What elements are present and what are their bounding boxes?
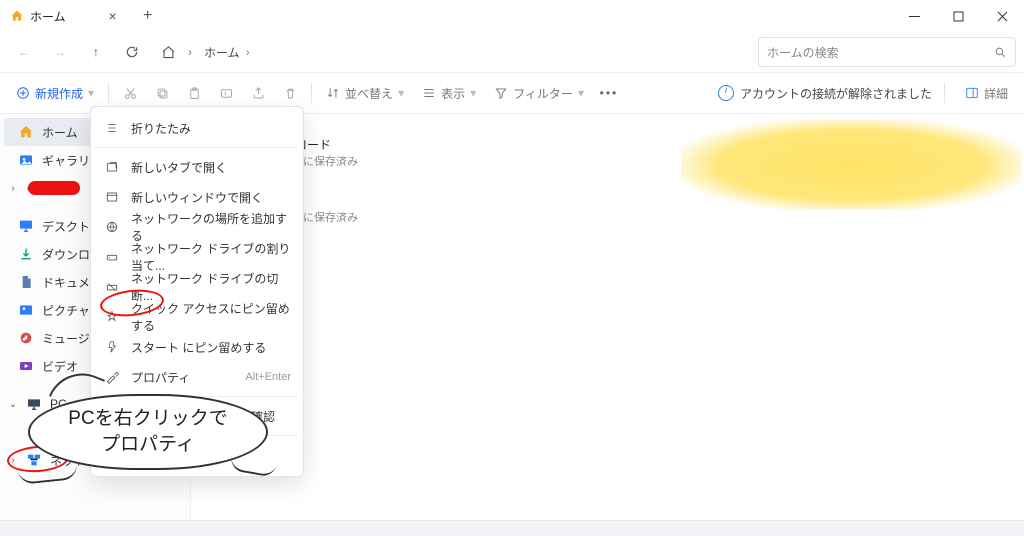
details-pane-button[interactable]: 詳細: [957, 78, 1016, 108]
window-controls: [892, 0, 1024, 32]
new-tab-button[interactable]: +: [134, 7, 162, 25]
desktop-icon: [18, 218, 34, 234]
breadcrumb-sep: ›: [188, 45, 192, 59]
titlebar: ホーム × +: [0, 0, 1024, 32]
content-area: ダウンロード ローカルに保存済み ⟂ ビデオ ローカルに保存済み ⟂ 示されます…: [191, 114, 1024, 520]
refresh-button[interactable]: [116, 36, 148, 68]
address-bar: ← → ↑ › ホーム › ホームの検索: [0, 32, 1024, 73]
home-icon: [18, 124, 34, 140]
maximize-button[interactable]: [936, 0, 980, 32]
sidebar-item-label: ビデオ: [42, 358, 78, 375]
minimize-button[interactable]: [892, 0, 936, 32]
ctx-pin-start[interactable]: スタート にピン留めする: [91, 332, 303, 362]
ctx-add-network-location[interactable]: ネットワークの場所を追加する: [91, 212, 303, 242]
paste-button[interactable]: [179, 78, 209, 108]
status-bar: [0, 520, 1024, 536]
ctx-open-new-window[interactable]: 新しいウィンドウで開く: [91, 182, 303, 212]
info-icon: [718, 85, 734, 101]
pin-start-icon: [103, 338, 121, 356]
ctx-pin-quick-access[interactable]: クイック アクセスにピン留めする: [91, 302, 303, 332]
pin-icon: [103, 308, 121, 326]
chevron-right-icon: ›: [8, 455, 18, 466]
breadcrumb-item[interactable]: ホーム ›: [196, 44, 258, 61]
documents-icon: [18, 274, 34, 290]
sort-button[interactable]: 並べ替え ▾: [318, 78, 412, 108]
tab-title: ホーム: [30, 8, 66, 25]
close-button[interactable]: [980, 0, 1024, 32]
new-window-icon: [103, 188, 121, 206]
sort-label: 並べ替え: [345, 85, 393, 102]
delete-button[interactable]: [275, 78, 305, 108]
view-button[interactable]: 表示 ▾: [414, 78, 484, 108]
copy-button[interactable]: [147, 78, 177, 108]
account-status[interactable]: アカウントの接続が解除されました: [718, 85, 932, 102]
chevron-right-icon: ›: [8, 183, 18, 194]
download-icon: [18, 246, 34, 262]
ctx-properties[interactable]: プロパティ Alt+Enter: [91, 362, 303, 392]
search-input[interactable]: ホームの検索: [758, 37, 1016, 67]
collapse-icon: [103, 119, 121, 137]
share-button[interactable]: [243, 78, 273, 108]
disconnect-drive-icon: [103, 278, 121, 296]
ctx-disconnect-network-drive[interactable]: ネットワーク ドライブの切断...: [91, 272, 303, 302]
ctx-map-network-drive[interactable]: ネットワーク ドライブの割り当て...: [91, 242, 303, 272]
truncated-hint-text: 示されます。: [209, 252, 1006, 269]
annotation-bubble: PCを右クリックで プロパティ: [28, 394, 268, 470]
new-button[interactable]: 新規作成 ▾: [8, 78, 102, 108]
ctx-collapse[interactable]: 折りたたみ: [91, 113, 303, 143]
back-button[interactable]: ←: [8, 36, 40, 68]
search-icon: [994, 46, 1007, 59]
video-icon: [18, 358, 34, 374]
music-icon: [18, 330, 34, 346]
rename-button[interactable]: [211, 78, 241, 108]
filter-label: フィルター: [513, 85, 573, 102]
window-tab[interactable]: ホーム ×: [0, 0, 134, 32]
breadcrumb-label: ホーム: [204, 44, 240, 61]
network-location-icon: [103, 218, 121, 236]
map-drive-icon: [103, 248, 121, 266]
home-icon: [10, 9, 24, 23]
ctx-open-new-tab[interactable]: 新しいタブで開く: [91, 152, 303, 182]
properties-icon: [103, 368, 121, 386]
new-tab-icon: [103, 158, 121, 176]
pictures-icon: [18, 302, 34, 318]
accelerator: Alt+Enter: [245, 371, 291, 383]
new-button-label: 新規作成: [35, 85, 83, 102]
details-label: 詳細: [984, 85, 1008, 102]
tab-close-button[interactable]: ×: [102, 5, 124, 27]
gallery-icon: [18, 152, 34, 168]
cut-button[interactable]: [115, 78, 145, 108]
view-label: 表示: [441, 85, 465, 102]
filter-button[interactable]: フィルター ▾: [486, 78, 592, 108]
sidebar-item-label: ピクチャ: [42, 302, 90, 319]
forward-button[interactable]: →: [44, 36, 76, 68]
cloud-icon: [26, 180, 42, 196]
more-button[interactable]: •••: [594, 78, 624, 108]
account-status-label: アカウントの接続が解除されました: [740, 85, 932, 102]
breadcrumb-home-icon[interactable]: [152, 36, 184, 68]
chevron-down-icon: ⌄: [8, 399, 18, 410]
sidebar-item-label: ホーム: [42, 124, 78, 141]
up-button[interactable]: ↑: [80, 36, 112, 68]
search-placeholder: ホームの検索: [767, 44, 994, 61]
